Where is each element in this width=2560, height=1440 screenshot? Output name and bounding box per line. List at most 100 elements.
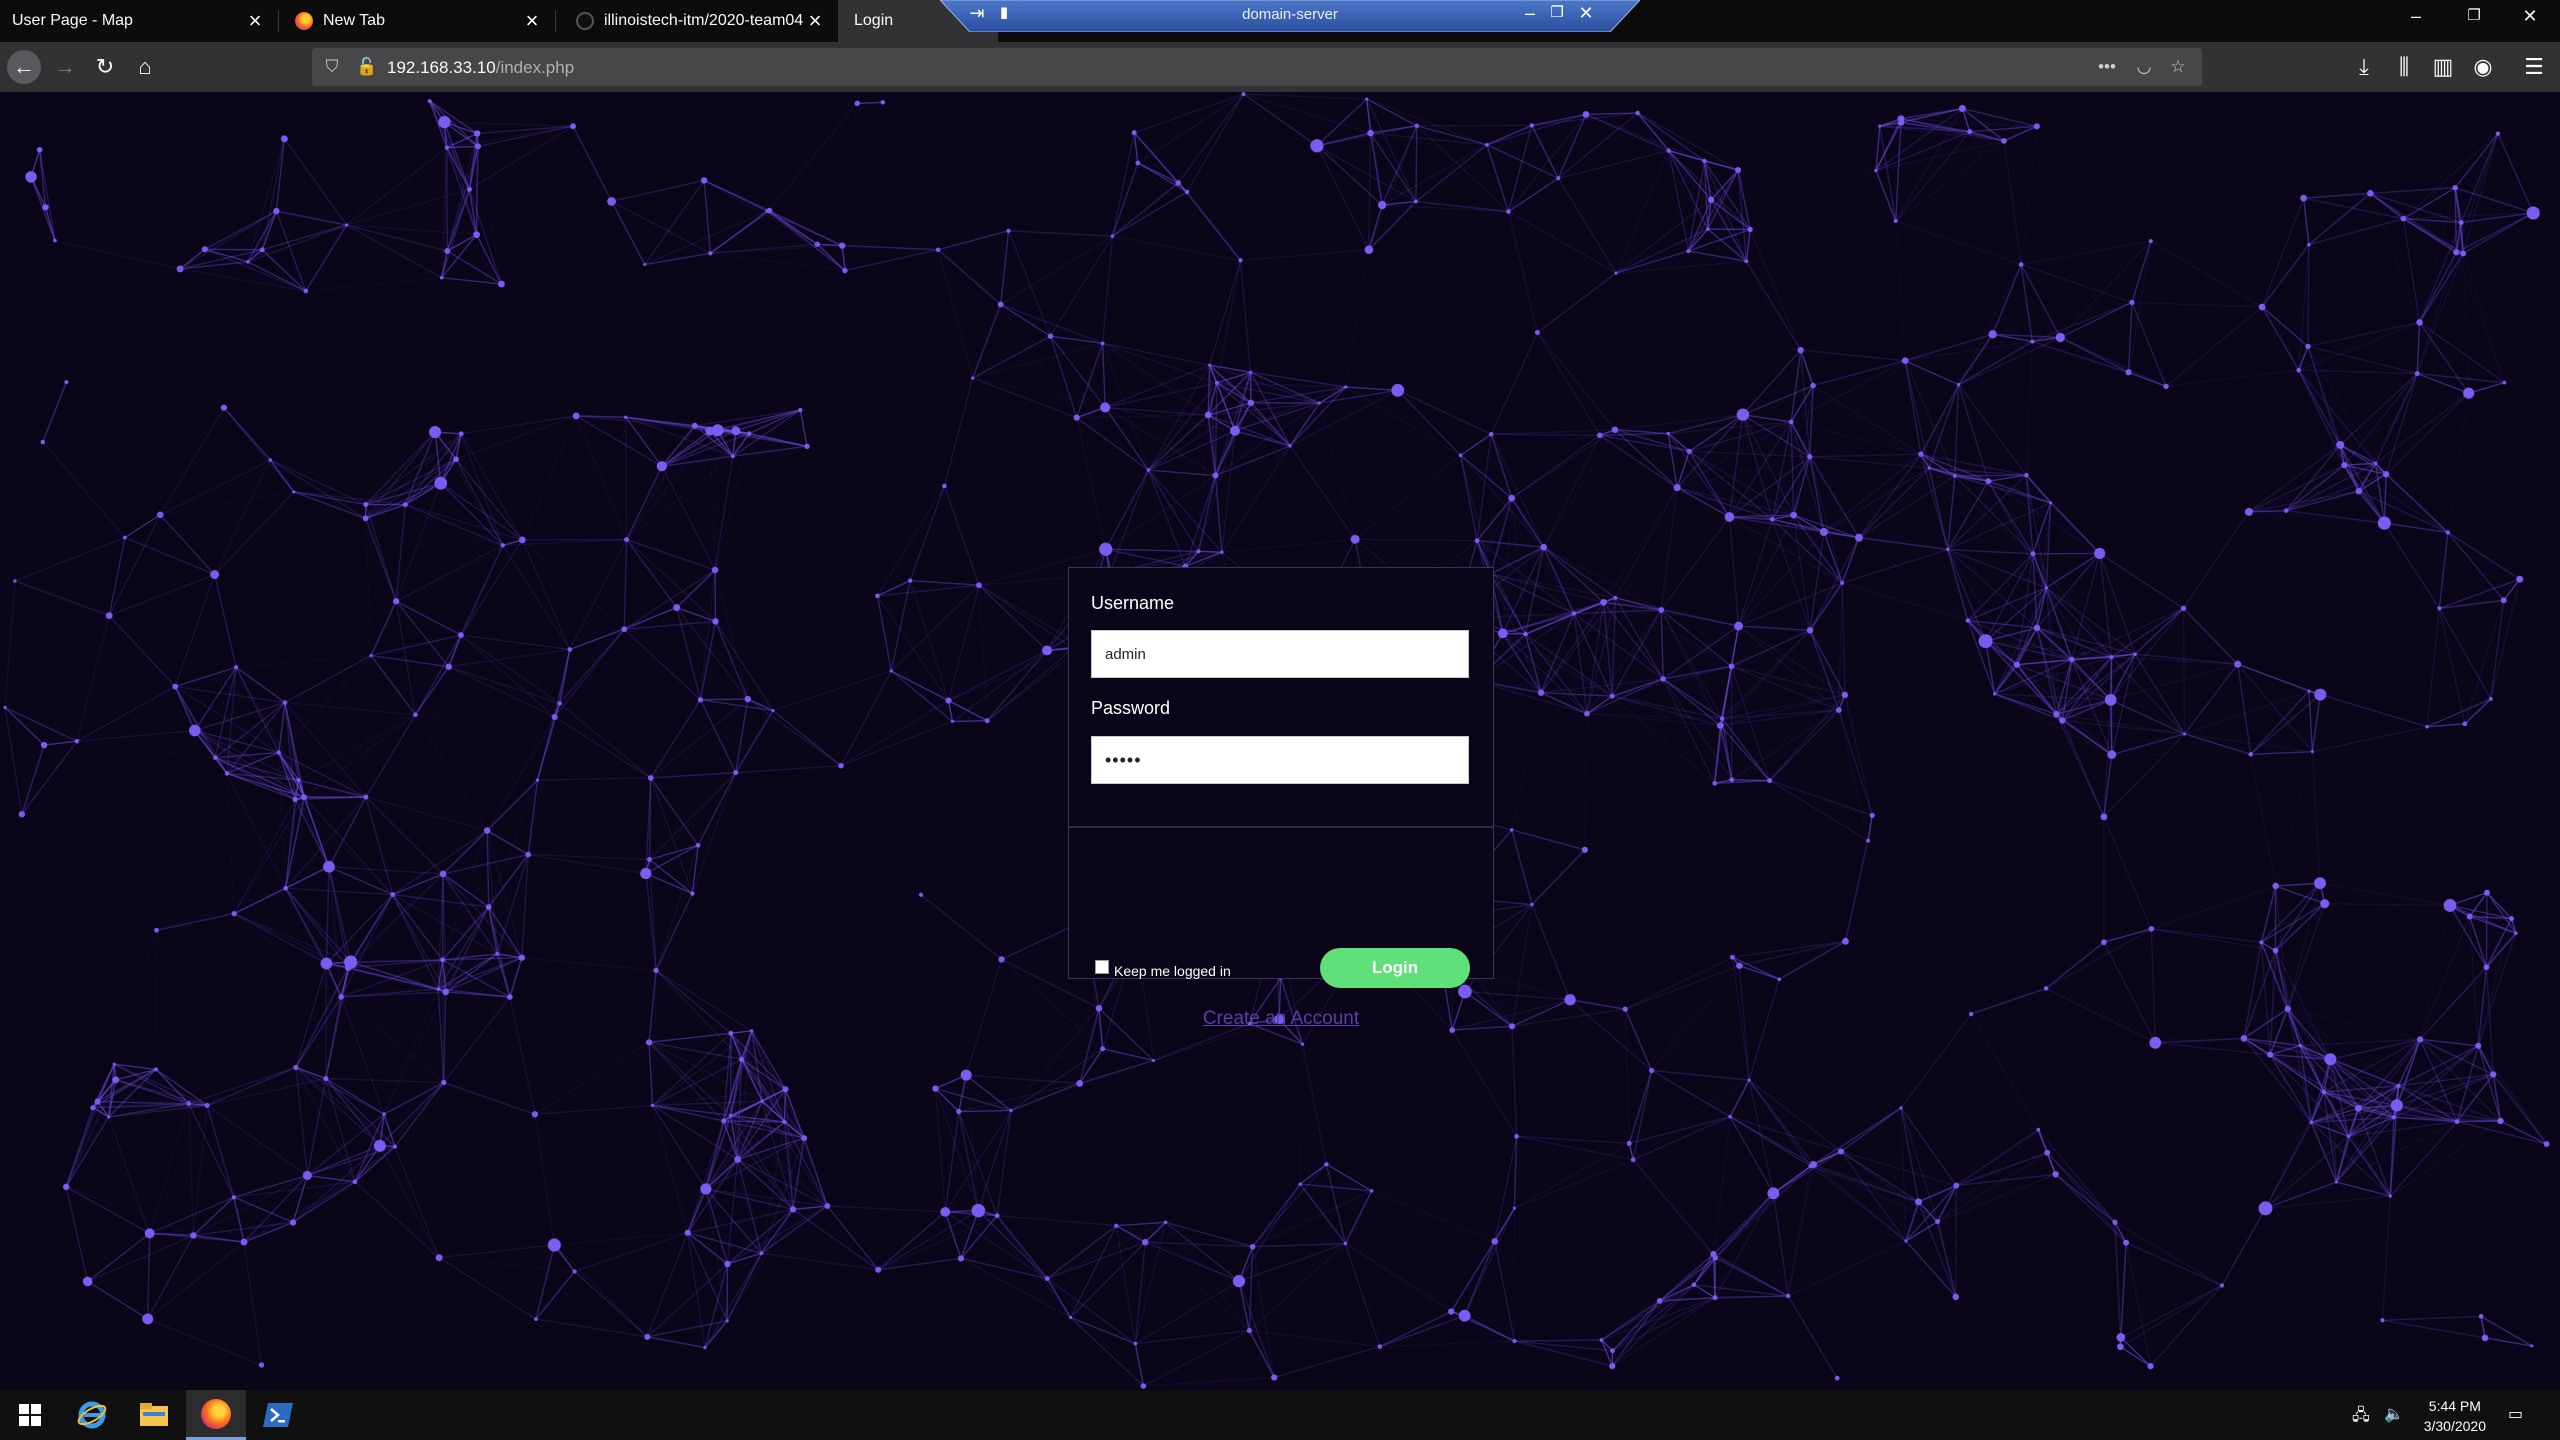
network-node <box>2453 249 2460 256</box>
network-node <box>2475 1042 2482 1049</box>
start-button[interactable] <box>0 1390 60 1440</box>
create-account-link[interactable]: Create an Account <box>1069 1008 1493 1030</box>
network-node <box>1734 621 1743 631</box>
network-node <box>296 777 301 783</box>
network-node <box>1807 454 1813 460</box>
close-window-icon[interactable]: ✕ <box>2510 6 2550 27</box>
network-node <box>1866 838 1871 843</box>
restore-icon[interactable]: ❐ <box>2454 6 2494 24</box>
taskbar-file-explorer[interactable] <box>124 1390 184 1440</box>
account-button[interactable]: ◉ <box>2466 50 2500 84</box>
network-node <box>567 647 573 652</box>
remote-close-icon[interactable]: ✕ <box>1574 3 1598 24</box>
back-button[interactable]: ← <box>7 50 41 84</box>
network-link <box>800 271 845 411</box>
taskbar-powershell[interactable] <box>248 1390 308 1440</box>
network-link <box>448 634 462 667</box>
sidebar-button[interactable]: ▥ <box>2426 50 2460 84</box>
network-link <box>687 1232 728 1265</box>
network-link <box>1809 453 1922 458</box>
network-node <box>1582 111 1590 118</box>
system-clock[interactable]: 5:44 PM 3/30/2020 <box>2424 1396 2486 1436</box>
close-tab-icon[interactable]: × <box>244 10 266 32</box>
network-link <box>2037 988 2047 1130</box>
taskbar-firefox[interactable] <box>186 1390 246 1440</box>
network-link <box>2340 322 2419 445</box>
taskbar-internet-explorer[interactable] <box>62 1390 122 1440</box>
network-node <box>1184 189 1190 195</box>
network-link <box>395 504 406 602</box>
reload-button[interactable]: ↻ <box>88 50 122 84</box>
network-link <box>305 277 442 292</box>
password-input[interactable]: ••••• <box>1091 736 1469 784</box>
network-link <box>2103 928 2152 943</box>
tab-github[interactable]: illinoistech-itm/2020-team04r × <box>556 0 838 42</box>
network-link <box>1947 549 2018 666</box>
network-link <box>2308 690 2428 728</box>
network-link <box>1239 1164 1326 1281</box>
tab-new-tab[interactable]: New Tab × <box>279 0 555 42</box>
tab-user-page-map[interactable]: User Page - Map × <box>0 0 278 42</box>
network-link <box>449 540 523 667</box>
network-node <box>2516 575 2524 583</box>
network-node <box>2321 1089 2327 1095</box>
network-link <box>414 666 450 716</box>
network-link <box>1046 1241 1146 1280</box>
network-link <box>2382 1315 2482 1321</box>
remote-restore-icon[interactable]: ❐ <box>1545 3 1569 21</box>
network-node <box>2354 1104 2362 1112</box>
network-node <box>112 1076 120 1084</box>
network-link <box>54 239 181 270</box>
url-bar[interactable]: ⛉ 🔓 192.168.33.10/index.php ••• ◡ ☆ <box>312 48 2202 86</box>
action-center-icon[interactable]: ▭ <box>2508 1404 2523 1424</box>
forward-button[interactable]: → <box>48 50 82 84</box>
network-link <box>415 714 538 781</box>
insecure-lock-icon[interactable]: 🔓 <box>356 57 377 77</box>
network-link <box>2402 218 2421 323</box>
network-link <box>1379 1315 1465 1348</box>
network-link <box>2307 321 2420 348</box>
login-button[interactable]: Login <box>1320 948 1470 988</box>
network-link <box>553 1244 648 1338</box>
remote-minimize-icon[interactable]: – <box>1518 3 1542 24</box>
network-link <box>700 698 748 701</box>
pocket-icon[interactable]: ◡ <box>2134 57 2154 77</box>
network-link <box>4 615 110 709</box>
network-link <box>346 224 443 279</box>
network-link <box>1603 601 1739 627</box>
close-tab-icon[interactable]: × <box>804 10 826 32</box>
home-button[interactable]: ⌂ <box>128 50 162 84</box>
network-link <box>1663 665 1732 680</box>
network-node <box>107 1115 111 1119</box>
network-link <box>1512 1026 1652 1070</box>
network-node <box>1915 1198 1923 1206</box>
menu-button[interactable]: ☰ <box>2517 50 2551 84</box>
network-node <box>697 697 704 703</box>
network-link <box>1239 260 1252 373</box>
tracking-shield-icon[interactable]: ⛉ <box>322 57 342 77</box>
bookmark-star-icon[interactable]: ☆ <box>2168 57 2188 77</box>
close-tab-icon[interactable]: × <box>521 10 543 32</box>
network-node <box>189 724 201 737</box>
network-link <box>572 125 705 182</box>
network-tray-icon[interactable]: 🖧 <box>2352 1404 2370 1431</box>
keep-logged-in-checkbox[interactable] <box>1095 960 1109 974</box>
network-link <box>1101 343 1106 408</box>
network-node <box>1609 693 1615 699</box>
volume-tray-icon[interactable]: 🔈 <box>2384 1404 2404 1424</box>
more-actions-icon[interactable]: ••• <box>2097 57 2117 77</box>
network-link <box>270 459 367 506</box>
network-link <box>96 1101 151 1234</box>
downloads-button[interactable]: ⤓ <box>2347 50 2381 84</box>
network-link <box>1738 625 1811 631</box>
network-link <box>650 699 702 779</box>
network-node <box>691 422 698 429</box>
github-icon <box>576 12 594 30</box>
network-link <box>675 607 702 700</box>
network-node <box>1730 954 1735 960</box>
username-input[interactable] <box>1091 630 1469 678</box>
minimize-icon[interactable]: – <box>2396 6 2436 27</box>
library-button[interactable]: ⫼ <box>2387 50 2421 84</box>
network-link <box>1688 251 1800 350</box>
network-node <box>2388 1194 2392 1198</box>
